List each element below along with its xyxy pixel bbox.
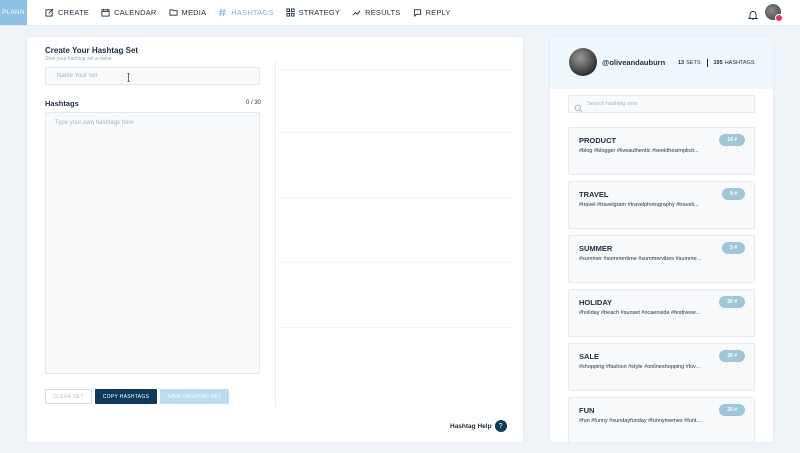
hashtag-count: 0 / 30 bbox=[246, 100, 262, 106]
nav-media-label: MEDIA bbox=[181, 8, 207, 17]
hashtag-help[interactable]: Hashtag Help ? bbox=[450, 420, 507, 432]
set-tags: #blog #blogger #liveauthentic #seekthesi… bbox=[579, 148, 699, 154]
nav-results[interactable]: RESULTS bbox=[352, 8, 400, 17]
set-name: PRODUCT bbox=[579, 136, 617, 145]
set-tags: #holiday #beach #sunset #ocaenside #fest… bbox=[579, 310, 701, 316]
nav-strategy[interactable]: STRATEGY bbox=[286, 8, 340, 17]
nav-strategy-label: STRATEGY bbox=[298, 8, 341, 17]
hashtag-set-card[interactable]: FUN #fun #funny #sundayfunday #funnymeme… bbox=[568, 397, 755, 442]
editor-divider bbox=[275, 62, 276, 407]
hashtag-set-card[interactable]: PRODUCT #blog #blogger #liveauthentic #s… bbox=[568, 127, 755, 175]
set-count-badge: 14 # bbox=[719, 134, 745, 146]
set-name: FUN bbox=[579, 406, 595, 415]
hashtag-set-card[interactable]: SUMMER #summer #summertime #summervibes … bbox=[568, 235, 755, 283]
set-tags: #shopping #fashion #style #onlineshoppin… bbox=[579, 364, 700, 370]
help-question-icon[interactable]: ? bbox=[494, 420, 507, 432]
nav-calendar[interactable]: CALENDAR bbox=[101, 8, 156, 17]
nav-results-label: RESULTS bbox=[365, 8, 401, 17]
set-count-badge: 5 # bbox=[722, 242, 745, 254]
edit-icon bbox=[45, 8, 54, 17]
app-logo[interactable]: PLANN bbox=[0, 0, 27, 25]
sets-count: 13 bbox=[678, 60, 685, 66]
hashtags-count-label: HASHTAGS bbox=[724, 60, 755, 66]
editor-subtitle: Give your hashtag set a name bbox=[45, 56, 112, 62]
set-count-badge: 30 # bbox=[719, 350, 745, 362]
hashtags-count: 195 bbox=[713, 60, 723, 66]
hashtag-set-card[interactable]: HOLIDAY #holiday #beach #sunset #ocaensi… bbox=[568, 289, 755, 337]
set-tags: #fun #funny #sundayfunday #funnymemes #f… bbox=[579, 418, 701, 424]
instagram-badge-icon bbox=[775, 14, 783, 22]
main-nav: CREATE CALENDAR MEDIA HASHTAGS STRATEGY bbox=[45, 0, 463, 25]
nav-hashtags[interactable]: HASHTAGS bbox=[218, 8, 273, 17]
nav-create[interactable]: CREATE bbox=[45, 8, 89, 17]
hashtag-set-editor: Create Your Hashtag Set Give your hashta… bbox=[27, 37, 523, 442]
set-count-badge: 9 # bbox=[722, 188, 745, 200]
search-box[interactable] bbox=[568, 95, 755, 113]
set-name-input[interactable] bbox=[45, 67, 260, 85]
preview-rule bbox=[277, 132, 513, 133]
copy-hashtags-button[interactable]: COPY HASHTAGS bbox=[95, 389, 157, 404]
save-hashtag-set-button[interactable]: SAVE HASHTAG SET bbox=[160, 389, 229, 404]
set-name: HOLIDAY bbox=[579, 298, 613, 307]
top-navigation-bar: PLANN CREATE CALENDAR MEDIA HASHTAGS STR… bbox=[0, 0, 800, 26]
profile-stats: 13 SETS 195 HASHTAGS bbox=[678, 59, 755, 67]
clear-set-button[interactable]: CLEAR SET bbox=[45, 389, 92, 404]
grid-icon bbox=[286, 8, 295, 17]
folder-icon bbox=[168, 8, 178, 17]
set-name: SALE bbox=[579, 352, 600, 361]
sets-label: SETS bbox=[686, 60, 701, 66]
hashtag-set-card[interactable]: TRAVEL #travel #travelgram #travelphotog… bbox=[568, 181, 755, 229]
chat-icon bbox=[413, 8, 422, 17]
set-count-badge: 30 # bbox=[719, 404, 745, 416]
text-cursor-icon bbox=[127, 69, 130, 83]
hashtag-set-card[interactable]: SALE #shopping #fashion #style #onlinesh… bbox=[568, 343, 755, 391]
preview-rule bbox=[277, 327, 513, 328]
set-tags: #summer #summertime #summervibes #summe.… bbox=[579, 256, 702, 262]
profile-avatar bbox=[569, 48, 597, 76]
search-input[interactable] bbox=[587, 96, 747, 112]
nav-reply-label: REPLY bbox=[425, 8, 451, 17]
stats-separator bbox=[706, 59, 708, 67]
hashtag-help-label: Hashtag Help bbox=[450, 422, 492, 430]
nav-calendar-label: CALENDAR bbox=[114, 8, 157, 17]
account-avatar[interactable] bbox=[765, 4, 783, 22]
editor-title: Create Your Hashtag Set bbox=[45, 46, 139, 55]
trend-icon bbox=[352, 8, 361, 17]
nav-reply[interactable]: REPLY bbox=[413, 8, 451, 17]
saved-sets-panel: @oliveandauburn 13 SETS 195 HASHTAGS PRO… bbox=[550, 37, 773, 442]
search-icon bbox=[574, 100, 583, 113]
set-name: SUMMER bbox=[579, 244, 613, 253]
set-name: TRAVEL bbox=[579, 190, 609, 199]
nav-hashtags-label: HASHTAGS bbox=[231, 8, 274, 17]
hashtag-icon bbox=[218, 8, 227, 17]
profile-header: @oliveandauburn 13 SETS 195 HASHTAGS bbox=[550, 37, 773, 89]
preview-rule bbox=[277, 197, 513, 198]
nav-create-label: CREATE bbox=[58, 8, 90, 17]
preview-rule bbox=[277, 69, 513, 70]
set-count-badge: 30 # bbox=[719, 296, 745, 308]
nav-media[interactable]: MEDIA bbox=[168, 8, 207, 17]
profile-username: @oliveandauburn bbox=[602, 58, 666, 67]
notification-bell-icon[interactable] bbox=[747, 7, 759, 20]
hashtags-textarea[interactable] bbox=[45, 112, 260, 374]
set-tags: #travel #travelgram #travelphotography #… bbox=[579, 202, 699, 208]
calendar-icon bbox=[101, 8, 110, 17]
preview-rule bbox=[277, 262, 513, 263]
hashtags-label: Hashtags bbox=[45, 99, 79, 108]
